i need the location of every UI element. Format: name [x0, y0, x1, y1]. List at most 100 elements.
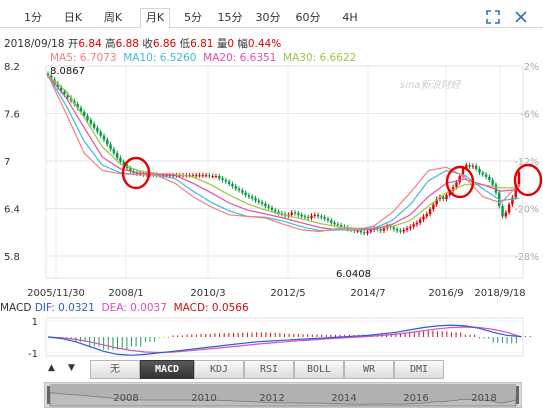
candle-body: [313, 214, 316, 216]
candle-body: [204, 175, 208, 177]
indicator-button-4[interactable]: BOLL: [294, 360, 344, 379]
indicator-button-1[interactable]: MACD: [140, 360, 194, 379]
scrollbar-year-label: 2018: [471, 393, 496, 404]
candle-body: [99, 131, 102, 136]
candle-body: [366, 231, 369, 234]
tab-1[interactable]: 日K: [60, 9, 86, 27]
scrollbar-year-label: 2008: [113, 393, 138, 404]
candle-body: [241, 190, 244, 193]
candle-body: [274, 210, 277, 212]
y-tick-label: 5.8: [4, 252, 20, 263]
indicator-button-3[interactable]: RSI: [244, 360, 294, 379]
y-tick-label: 7.6: [4, 110, 20, 121]
candle-body: [310, 215, 313, 218]
candle-body: [102, 135, 106, 140]
candle-body: [254, 198, 257, 201]
candle-body: [336, 224, 340, 226]
candle-body: [432, 204, 435, 210]
expand-icon[interactable]: [486, 10, 500, 24]
tab-3[interactable]: 月K: [140, 8, 170, 29]
candle-body: [106, 139, 109, 145]
period-tab-bar: 1分 日K 周K 月K 5分 15分 30分 60分 4H: [0, 0, 543, 29]
indicator-button-2[interactable]: KDJ: [194, 360, 244, 379]
candle-body: [290, 212, 293, 215]
x-tick-label: 2014/7: [350, 288, 385, 299]
candle-body: [478, 168, 481, 173]
tab-8[interactable]: 4H: [338, 9, 362, 27]
ma10-line: [47, 75, 520, 232]
candle-body: [218, 176, 221, 179]
candle-body: [418, 219, 422, 223]
macd-y-tick: -1: [28, 349, 38, 360]
indicator-button-6[interactable]: DMI: [394, 360, 444, 379]
candle-body: [234, 186, 237, 189]
x-tick-label: 2005/11/30: [27, 288, 85, 299]
candle-body: [356, 230, 359, 232]
indicator-button-5[interactable]: WR: [344, 360, 394, 379]
macd-chart[interactable]: 1 -1: [0, 314, 543, 360]
candle-body: [293, 212, 297, 214]
candle-body: [445, 195, 448, 199]
indicator-button-0[interactable]: 无: [90, 360, 140, 379]
change-value: 0.44%: [247, 38, 282, 50]
candle-body: [300, 214, 303, 217]
candle-body: [307, 217, 310, 219]
candle-body: [211, 176, 214, 178]
candle-body: [224, 180, 228, 182]
dif-line: [47, 324, 522, 356]
candle-body: [481, 172, 484, 175]
candle-body: [320, 216, 323, 218]
macd-title: MACD: [0, 302, 32, 314]
tab-6[interactable]: 30分: [253, 9, 283, 27]
watermark: sina新浪财经: [400, 79, 461, 91]
candle-body: [115, 153, 119, 158]
candle-body: [46, 73, 50, 76]
candle-body: [323, 217, 326, 219]
tab-5[interactable]: 15分: [215, 9, 245, 27]
candle-body: [195, 175, 198, 177]
open-value: 6.84: [78, 38, 102, 50]
scrollbar-year-label: 2010: [191, 393, 216, 404]
candle-body: [369, 229, 372, 232]
min-annotation: 6.0408: [336, 269, 371, 280]
tab-2[interactable]: 周K: [100, 9, 126, 27]
candle-body: [484, 174, 488, 177]
candle-body: [86, 115, 89, 120]
candle-body: [517, 172, 521, 185]
ma20-line: [47, 75, 520, 231]
candle-body: [297, 213, 300, 215]
candle-body: [244, 192, 247, 196]
candle-body: [316, 214, 320, 217]
price-chart[interactable]: 8.2 2%7.6 -6%7 -12%6.4 -20%5.8 -28%2005/11/30…: [0, 60, 543, 300]
macd-y-tick: 1: [32, 317, 38, 328]
candle-body: [231, 183, 234, 187]
candle-body: [109, 144, 112, 150]
y-tick-label: 7: [4, 157, 10, 168]
macd-legend: MACD DIF: 0.0321 DEA: 0.0037 MACD: 0.056…: [0, 302, 249, 314]
candle-body: [428, 209, 432, 215]
candle-body: [382, 228, 386, 231]
candle-body: [379, 229, 382, 231]
open-label: 开: [67, 38, 79, 50]
timeline-scrollbar[interactable]: 2008 2010 2012 2014 2016 2018: [44, 382, 522, 408]
candle-body: [359, 230, 363, 233]
candle-body: [488, 176, 491, 180]
candle-body: [247, 195, 251, 197]
high-value: 6.88: [115, 38, 139, 50]
y-tick-label: 6.4: [4, 205, 20, 216]
x-tick-label: 2008/1: [108, 288, 143, 299]
candle-body: [362, 232, 366, 234]
candle-body: [392, 227, 396, 230]
candle-body: [227, 181, 231, 184]
tab-7[interactable]: 60分: [293, 9, 323, 27]
candle-body: [89, 119, 93, 124]
scrollbar-year-label: 2012: [259, 393, 284, 404]
close-icon[interactable]: [514, 10, 528, 24]
candle-body: [267, 206, 270, 208]
close-label: 收: [142, 38, 153, 50]
candle-body: [442, 196, 445, 199]
tab-0[interactable]: 1分: [22, 9, 44, 27]
tab-4[interactable]: 5分: [180, 9, 206, 27]
candle-body: [491, 180, 494, 185]
candle-body: [474, 165, 478, 169]
